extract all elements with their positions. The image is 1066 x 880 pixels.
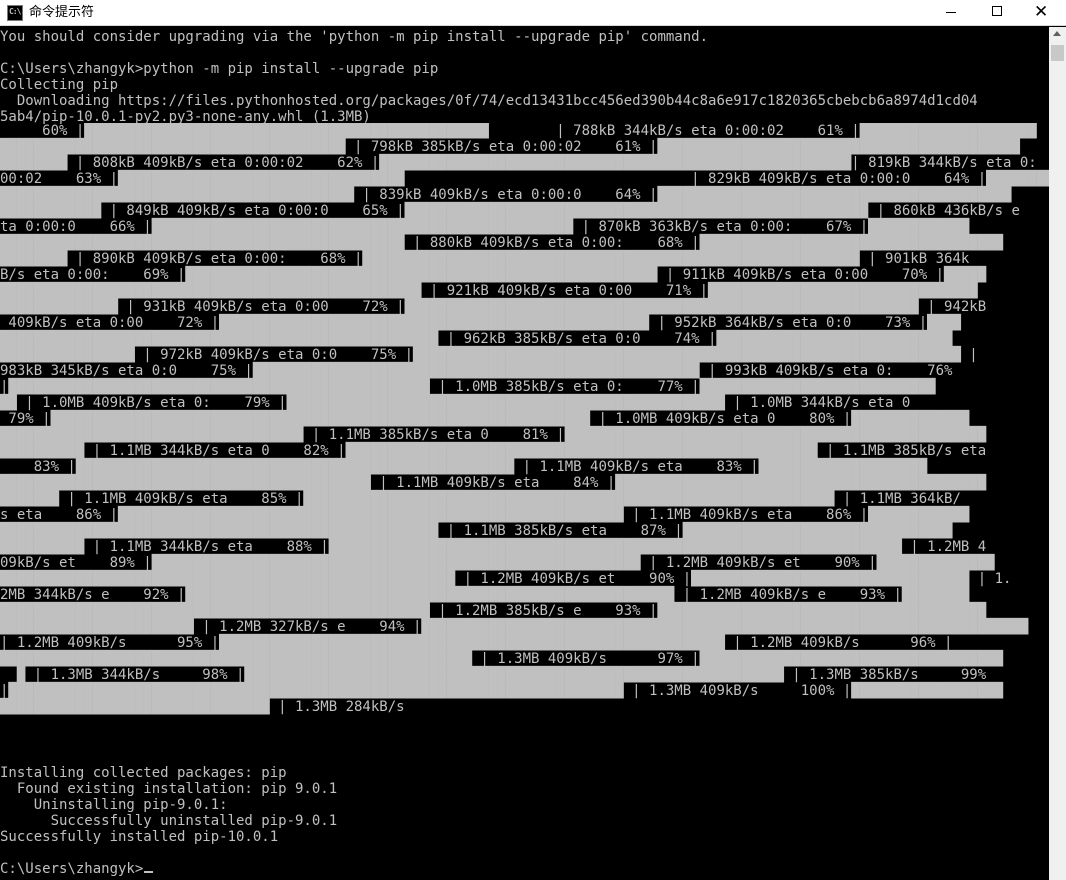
- minimize-icon: [946, 12, 956, 13]
- install-log: Installing collected packages: pip Found…: [0, 765, 338, 845]
- console-icon-text: C:\: [9, 7, 21, 16]
- download-progress-output: 60% |███████████████████████████████████…: [0, 123, 1049, 763]
- command-line: C:\Users\zhangyk>python -m pip install -…: [0, 61, 439, 77]
- progress-bar-text: 60% |███████████████████████████████████…: [0, 123, 1049, 715]
- pip-upgrade-warning: You should consider upgrading via the 'p…: [0, 29, 709, 45]
- console-window-icon[interactable]: C:\: [7, 5, 23, 21]
- window-title: 命令提示符: [29, 5, 95, 20]
- maximize-button[interactable]: [974, 0, 1020, 26]
- scrollbar-thumb[interactable]: [1051, 45, 1064, 61]
- scroll-up-arrow-icon[interactable]: [1053, 31, 1061, 36]
- collecting-line: Collecting pip: [0, 77, 119, 93]
- minimize-button[interactable]: [928, 0, 974, 26]
- title-bar[interactable]: C:\ 命令提示符 ✕: [0, 0, 1066, 26]
- download-url-line: Downloading https://files.pythonhosted.o…: [0, 93, 978, 109]
- maximize-icon: [992, 6, 1002, 16]
- text-cursor: [144, 871, 154, 873]
- console-output-area[interactable]: You should consider upgrading via the 'p…: [0, 27, 1049, 880]
- command-prompt[interactable]: C:\Users\zhangyk>: [0, 861, 154, 877]
- vertical-scrollbar[interactable]: [1049, 27, 1066, 880]
- prompt-text: C:\Users\zhangyk>: [0, 861, 144, 877]
- close-icon: ✕: [1034, 2, 1049, 22]
- close-button[interactable]: ✕: [1020, 0, 1066, 26]
